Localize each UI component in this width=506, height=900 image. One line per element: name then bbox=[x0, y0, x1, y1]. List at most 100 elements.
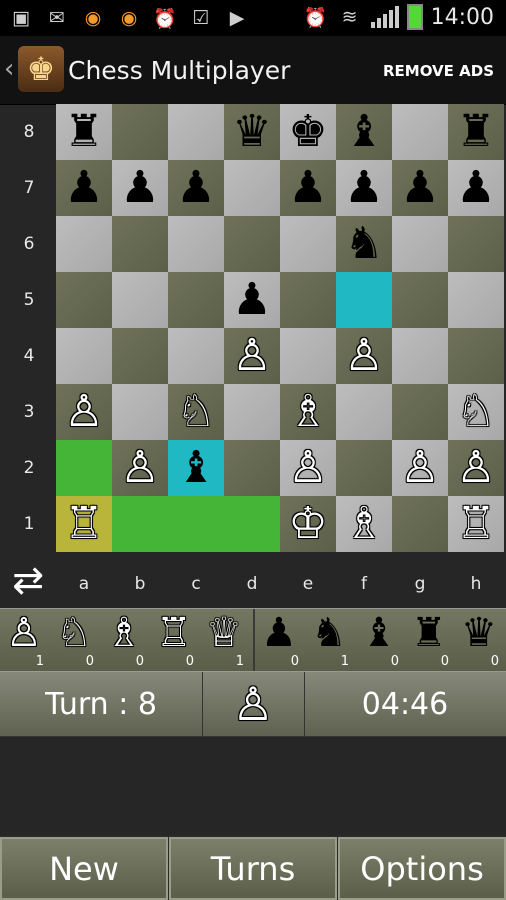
square-d4[interactable]: ♙ bbox=[224, 328, 280, 384]
square-h1[interactable]: ♖ bbox=[448, 496, 504, 552]
square-d7[interactable] bbox=[224, 160, 280, 216]
piece-f4[interactable]: ♙ bbox=[344, 334, 383, 378]
square-a4[interactable] bbox=[56, 328, 112, 384]
square-h7[interactable]: ♟ bbox=[448, 160, 504, 216]
piece-a7[interactable]: ♟ bbox=[64, 166, 103, 210]
square-g5[interactable] bbox=[392, 272, 448, 328]
square-e6[interactable] bbox=[280, 216, 336, 272]
square-a1[interactable]: ♖ bbox=[56, 496, 112, 552]
square-a8[interactable]: ♜ bbox=[56, 104, 112, 160]
piece-d5[interactable]: ♟ bbox=[232, 278, 271, 322]
square-e3[interactable]: ♗ bbox=[280, 384, 336, 440]
piece-b2[interactable]: ♙ bbox=[120, 446, 159, 490]
square-h3[interactable]: ♘ bbox=[448, 384, 504, 440]
square-e5[interactable] bbox=[280, 272, 336, 328]
square-d8[interactable]: ♛ bbox=[224, 104, 280, 160]
options-button[interactable]: Options bbox=[338, 837, 506, 900]
square-d2[interactable] bbox=[224, 440, 280, 496]
square-h6[interactable] bbox=[448, 216, 504, 272]
square-h5[interactable] bbox=[448, 272, 504, 328]
square-c5[interactable] bbox=[168, 272, 224, 328]
piece-e2[interactable]: ♙ bbox=[288, 446, 327, 490]
square-h4[interactable] bbox=[448, 328, 504, 384]
square-b6[interactable] bbox=[112, 216, 168, 272]
square-a3[interactable]: ♙ bbox=[56, 384, 112, 440]
square-f1[interactable]: ♗ bbox=[336, 496, 392, 552]
square-c1[interactable] bbox=[168, 496, 224, 552]
square-g7[interactable]: ♟ bbox=[392, 160, 448, 216]
piece-f8[interactable]: ♝ bbox=[344, 110, 383, 154]
piece-b7[interactable]: ♟ bbox=[120, 166, 159, 210]
square-f8[interactable]: ♝ bbox=[336, 104, 392, 160]
square-a5[interactable] bbox=[56, 272, 112, 328]
square-c7[interactable]: ♟ bbox=[168, 160, 224, 216]
piece-h1[interactable]: ♖ bbox=[456, 502, 495, 546]
square-f7[interactable]: ♟ bbox=[336, 160, 392, 216]
piece-e1[interactable]: ♔ bbox=[288, 502, 327, 546]
square-g6[interactable] bbox=[392, 216, 448, 272]
piece-f7[interactable]: ♟ bbox=[344, 166, 383, 210]
square-b7[interactable]: ♟ bbox=[112, 160, 168, 216]
app-logo-icon[interactable]: ♚ bbox=[18, 46, 64, 92]
square-b1[interactable] bbox=[112, 496, 168, 552]
square-e7[interactable]: ♟ bbox=[280, 160, 336, 216]
square-c6[interactable] bbox=[168, 216, 224, 272]
turns-button[interactable]: Turns bbox=[169, 837, 337, 900]
square-a6[interactable] bbox=[56, 216, 112, 272]
square-f2[interactable] bbox=[336, 440, 392, 496]
square-g3[interactable] bbox=[392, 384, 448, 440]
square-f6[interactable]: ♞ bbox=[336, 216, 392, 272]
piece-a1[interactable]: ♖ bbox=[64, 502, 103, 546]
new-game-button[interactable]: New bbox=[0, 837, 168, 900]
piece-g2[interactable]: ♙ bbox=[400, 446, 439, 490]
square-d5[interactable]: ♟ bbox=[224, 272, 280, 328]
piece-e3[interactable]: ♗ bbox=[288, 390, 327, 434]
piece-c2[interactable]: ♝ bbox=[176, 446, 215, 490]
piece-h8[interactable]: ♜ bbox=[456, 110, 495, 154]
piece-d8[interactable]: ♛ bbox=[232, 110, 271, 154]
square-b2[interactable]: ♙ bbox=[112, 440, 168, 496]
square-b5[interactable] bbox=[112, 272, 168, 328]
square-a2[interactable] bbox=[56, 440, 112, 496]
piece-c7[interactable]: ♟ bbox=[176, 166, 215, 210]
square-a7[interactable]: ♟ bbox=[56, 160, 112, 216]
square-h8[interactable]: ♜ bbox=[448, 104, 504, 160]
square-b3[interactable] bbox=[112, 384, 168, 440]
square-g4[interactable] bbox=[392, 328, 448, 384]
piece-a8[interactable]: ♜ bbox=[64, 110, 103, 154]
square-e2[interactable]: ♙ bbox=[280, 440, 336, 496]
square-d3[interactable] bbox=[224, 384, 280, 440]
square-e1[interactable]: ♔ bbox=[280, 496, 336, 552]
piece-h2[interactable]: ♙ bbox=[456, 446, 495, 490]
piece-f6[interactable]: ♞ bbox=[344, 222, 383, 266]
back-chevron-icon[interactable]: ‹ bbox=[4, 54, 14, 84]
square-c4[interactable] bbox=[168, 328, 224, 384]
square-c2[interactable]: ♝ bbox=[168, 440, 224, 496]
square-c8[interactable] bbox=[168, 104, 224, 160]
square-g1[interactable] bbox=[392, 496, 448, 552]
square-f5[interactable] bbox=[336, 272, 392, 328]
square-h2[interactable]: ♙ bbox=[448, 440, 504, 496]
piece-e7[interactable]: ♟ bbox=[288, 166, 327, 210]
piece-g7[interactable]: ♟ bbox=[400, 166, 439, 210]
piece-e8[interactable]: ♚ bbox=[288, 110, 327, 154]
square-e4[interactable] bbox=[280, 328, 336, 384]
square-g8[interactable] bbox=[392, 104, 448, 160]
square-c3[interactable]: ♘ bbox=[168, 384, 224, 440]
square-g2[interactable]: ♙ bbox=[392, 440, 448, 496]
piece-c3[interactable]: ♘ bbox=[176, 390, 215, 434]
piece-h7[interactable]: ♟ bbox=[456, 166, 495, 210]
square-d6[interactable] bbox=[224, 216, 280, 272]
piece-h3[interactable]: ♘ bbox=[456, 390, 495, 434]
square-b4[interactable] bbox=[112, 328, 168, 384]
remove-ads-button[interactable]: REMOVE ADS bbox=[383, 62, 494, 80]
square-f4[interactable]: ♙ bbox=[336, 328, 392, 384]
piece-f1[interactable]: ♗ bbox=[344, 502, 383, 546]
flip-board-icon[interactable]: ⇄ bbox=[6, 558, 50, 602]
square-b8[interactable] bbox=[112, 104, 168, 160]
square-e8[interactable]: ♚ bbox=[280, 104, 336, 160]
square-f3[interactable] bbox=[336, 384, 392, 440]
piece-d4[interactable]: ♙ bbox=[232, 334, 271, 378]
piece-a3[interactable]: ♙ bbox=[64, 390, 103, 434]
square-d1[interactable] bbox=[224, 496, 280, 552]
